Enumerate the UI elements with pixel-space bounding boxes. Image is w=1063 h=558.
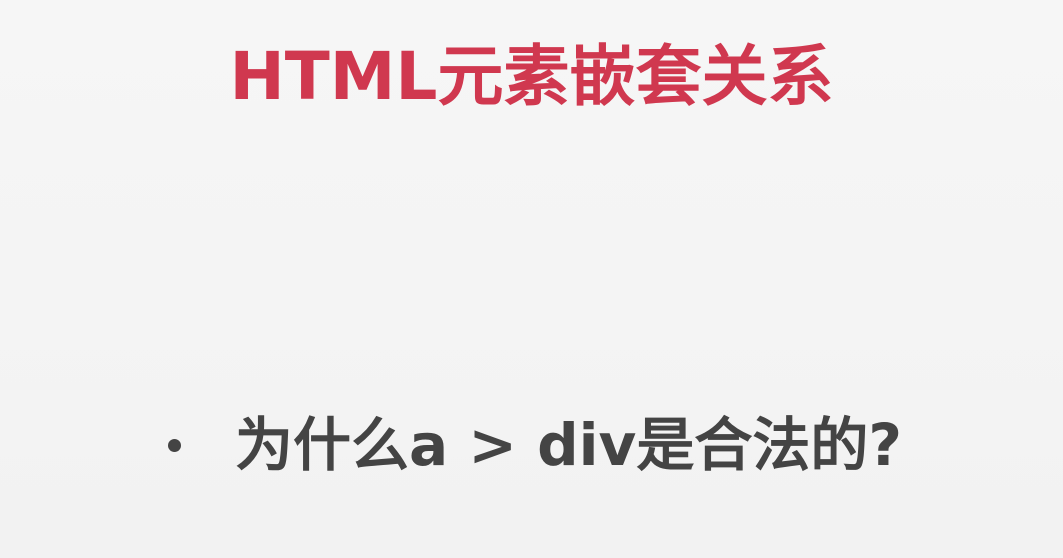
bullet-text: 为什么a > div是合法的? bbox=[235, 411, 902, 479]
bullet-item: 为什么a > div是合法的? bbox=[168, 405, 902, 485]
slide: HTML元素嵌套关系 为什么a > div是合法的? bbox=[0, 0, 1063, 558]
bullet-dot-icon bbox=[168, 438, 181, 452]
slide-title: HTML元素嵌套关系 bbox=[229, 38, 834, 115]
